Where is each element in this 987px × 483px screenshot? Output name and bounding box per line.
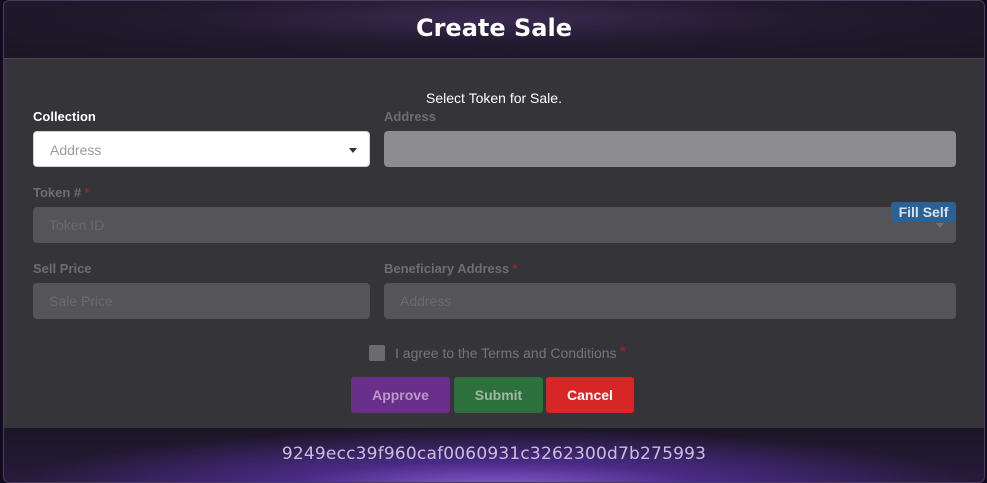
- terms-row: I agree to the Terms and Conditions *: [369, 343, 626, 363]
- collection-label: Collection: [33, 109, 96, 124]
- beneficiary-address-input[interactable]: Address: [384, 283, 956, 319]
- beneficiary-label-text: Beneficiary Address: [384, 261, 510, 276]
- modal-header: Create Sale: [4, 1, 984, 59]
- token-placeholder: Token ID: [49, 217, 105, 233]
- token-label: Token # *: [33, 185, 89, 200]
- beneficiary-label: Beneficiary Address *: [384, 261, 517, 276]
- transaction-hash: 9249ecc39f960caf0060931c3262300d7b275993: [281, 444, 707, 464]
- token-label-text: Token #: [33, 185, 82, 200]
- token-select[interactable]: Token ID: [33, 207, 956, 243]
- sell-price-placeholder: Sale Price: [49, 293, 113, 309]
- form-subtitle: Select Token for Sale.: [426, 90, 562, 106]
- address-label: Address: [384, 109, 437, 124]
- required-marker: *: [84, 185, 90, 200]
- chevron-down-icon: [349, 148, 357, 153]
- modal-footer: 9249ecc39f960caf0060931c3262300d7b275993: [4, 428, 984, 482]
- address-field: [384, 131, 956, 167]
- beneficiary-placeholder: Address: [400, 293, 452, 309]
- collection-select[interactable]: Address: [33, 131, 370, 167]
- fill-self-button[interactable]: Fill Self: [891, 202, 956, 222]
- modal-title: Create Sale: [415, 14, 572, 42]
- sell-price-input[interactable]: Sale Price: [33, 283, 370, 319]
- chevron-down-icon: [936, 223, 944, 228]
- terms-label: I agree to the Terms and Conditions: [395, 345, 617, 361]
- sell-price-label: Sell Price: [33, 261, 92, 276]
- terms-checkbox[interactable]: [369, 345, 385, 361]
- approve-button[interactable]: Approve: [351, 377, 450, 413]
- modal-body: Select Token for Sale. Collection Addres…: [4, 59, 984, 427]
- required-marker: *: [512, 261, 518, 276]
- required-marker: *: [619, 344, 626, 361]
- create-sale-modal: Create Sale Select Token for Sale. Colle…: [3, 0, 985, 483]
- collection-placeholder: Address: [50, 142, 102, 158]
- submit-button[interactable]: Submit: [454, 377, 543, 413]
- cancel-button[interactable]: Cancel: [546, 377, 634, 413]
